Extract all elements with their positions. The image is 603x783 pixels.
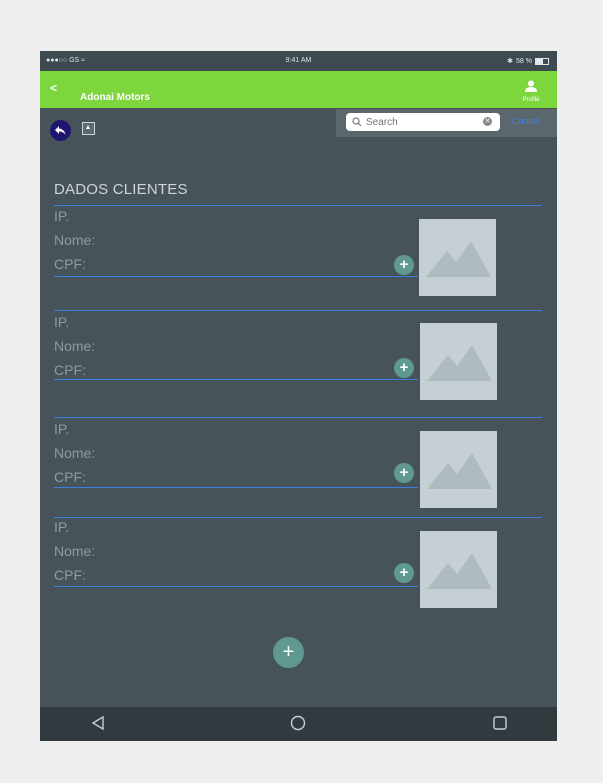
- search-field[interactable]: ✕: [346, 113, 500, 131]
- add-photo-button[interactable]: +: [394, 563, 414, 583]
- client-cpf-label: CPF:: [54, 256, 86, 272]
- square-recent-icon[interactable]: [492, 715, 508, 731]
- navigation-bar: [40, 707, 557, 741]
- client-cpf-label: CPF:: [54, 567, 86, 583]
- status-bar: ●●●○○ GS ≈ 9:41 AM ✱ 58 %: [40, 51, 557, 71]
- battery-percent: 58 %: [516, 57, 532, 65]
- search-bar: ✕ Cancel: [336, 109, 557, 137]
- profile-button[interactable]: Profile: [519, 79, 543, 103]
- app-bar: < Adonai Motors Profile: [40, 71, 557, 108]
- add-client-button[interactable]: +: [273, 637, 304, 668]
- field-underline: [54, 487, 418, 488]
- client-ip-label: IP.: [54, 421, 70, 437]
- client-nome-label: Nome:: [54, 232, 96, 248]
- client-nome-label: Nome:: [54, 445, 96, 461]
- client-cpf-label: CPF:: [54, 362, 86, 378]
- chevron-left-icon[interactable]: <: [50, 81, 57, 95]
- client-cpf-label: CPF:: [54, 469, 86, 485]
- field-underline: [54, 379, 418, 380]
- add-photo-button[interactable]: +: [394, 358, 414, 378]
- app-title: Adonai Motors: [80, 92, 150, 103]
- status-time: 9:41 AM: [285, 57, 312, 64]
- status-right: ✱ 58 %: [507, 57, 549, 65]
- battery-icon: [535, 57, 549, 65]
- field-underline: [54, 586, 418, 587]
- image-placeholder-icon: [419, 219, 496, 296]
- add-photo-button[interactable]: +: [394, 463, 414, 483]
- tablet-screen: ●●●○○ GS ≈ 9:41 AM ✱ 58 % < Adonai Motor…: [40, 51, 557, 741]
- clear-icon[interactable]: ✕: [483, 117, 492, 126]
- divider: [54, 205, 542, 206]
- client-nome-label: Nome:: [54, 543, 96, 559]
- divider: [54, 310, 542, 311]
- profile-label: Profile: [522, 97, 540, 103]
- client-ip-label: IP.: [54, 314, 70, 330]
- image-placeholder-icon: [420, 531, 497, 608]
- add-photo-button[interactable]: +: [394, 255, 414, 275]
- triangle-back-icon[interactable]: [90, 715, 106, 731]
- client-nome-label: Nome:: [54, 338, 96, 354]
- reply-button[interactable]: [50, 120, 71, 141]
- upload-square-icon[interactable]: [82, 122, 95, 135]
- client-ip-label: IP.: [54, 208, 70, 224]
- field-underline: [54, 276, 418, 277]
- search-input[interactable]: [366, 115, 476, 129]
- search-icon: [352, 117, 362, 127]
- circle-home-icon[interactable]: [290, 715, 306, 731]
- image-placeholder-icon: [420, 323, 497, 400]
- image-placeholder-icon: [420, 431, 497, 508]
- divider: [54, 417, 542, 418]
- section-title: DADOS CLIENTES: [54, 181, 188, 198]
- reply-arrow-icon: [55, 126, 66, 135]
- bluetooth-icon: ✱: [507, 58, 514, 65]
- cancel-button[interactable]: Cancel: [512, 116, 540, 126]
- client-ip-label: IP.: [54, 519, 70, 535]
- divider: [54, 517, 542, 518]
- person-icon: [525, 80, 537, 92]
